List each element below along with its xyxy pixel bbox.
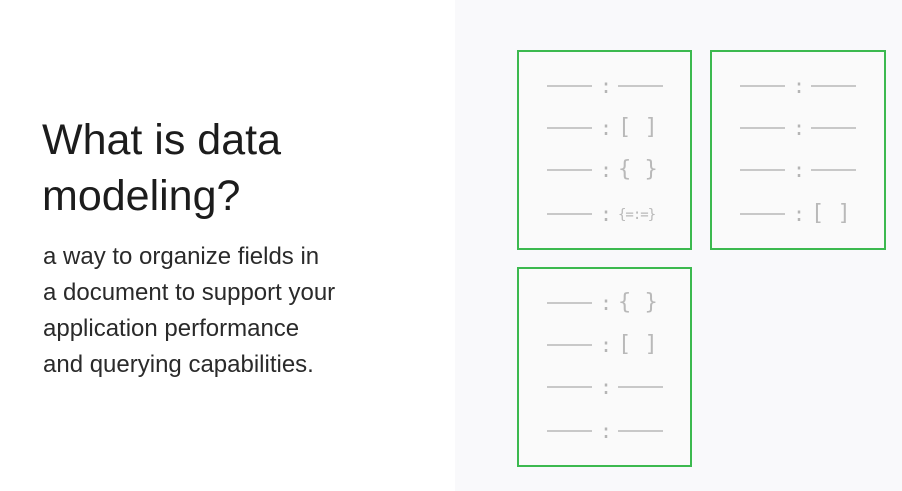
intro-panel: What is data modeling? a way to organize… (0, 0, 455, 491)
field-separator: : (600, 116, 613, 140)
field-value-placeholder (811, 127, 856, 129)
field-row: :{ } (519, 158, 690, 182)
field-key-placeholder (547, 213, 592, 215)
field-separator: : (600, 158, 613, 182)
field-separator: : (600, 74, 613, 98)
field-row: : (712, 74, 884, 98)
object-glyph: {=:=} (618, 207, 656, 223)
title-line: modeling? (42, 172, 241, 220)
object-glyph: { } (618, 290, 658, 315)
field-row: : (712, 116, 884, 140)
field-separator: : (793, 74, 806, 98)
description-line: a way to organize fields in (43, 243, 320, 270)
page-title: What is data modeling? (42, 112, 281, 224)
field-separator: : (793, 116, 806, 140)
field-key-placeholder (740, 169, 785, 171)
field-separator: : (600, 333, 613, 357)
field-key-placeholder (547, 127, 592, 129)
field-key-placeholder (547, 344, 592, 346)
array-glyph: [ ] (618, 332, 658, 357)
document-1-card: ::[ ]:{ }: {=:=} (517, 50, 692, 250)
field-value-placeholder (618, 430, 663, 432)
page-description: a way to organize fields in a document t… (43, 239, 335, 383)
field-row: : (519, 74, 690, 98)
field-separator: : (600, 291, 613, 315)
documents-illustration: ::[ ]:{ }: {=:=} ::::[ ] :{ }:[ ]:: (455, 0, 902, 491)
field-value-placeholder (618, 85, 663, 87)
field-separator: : (600, 202, 613, 226)
field-key-placeholder (547, 85, 592, 87)
array-glyph: [ ] (618, 115, 658, 140)
field-key-placeholder (547, 302, 592, 304)
field-row: : (519, 375, 690, 399)
title-line: What is data (42, 116, 281, 164)
document-2-card: ::::[ ] (710, 50, 886, 250)
field-value-placeholder (618, 386, 663, 388)
field-key-placeholder (547, 430, 592, 432)
field-separator: : (600, 375, 613, 399)
description-line: a document to support your (43, 279, 336, 306)
field-separator: : (793, 202, 806, 226)
field-row: :[ ] (712, 202, 884, 226)
field-row: :{ } (519, 291, 690, 315)
field-row: : (519, 419, 690, 443)
field-key-placeholder (740, 85, 785, 87)
field-separator: : (600, 419, 613, 443)
array-glyph: [ ] (811, 201, 851, 226)
field-row: : {=:=} (519, 202, 690, 226)
field-value-placeholder (811, 169, 856, 171)
object-glyph: { } (618, 157, 658, 182)
field-key-placeholder (740, 213, 785, 215)
description-line: application performance (43, 315, 300, 342)
field-value-placeholder (811, 85, 856, 87)
field-separator: : (793, 158, 806, 182)
description-line: and querying capabilities. (43, 351, 314, 378)
field-row: :[ ] (519, 333, 690, 357)
field-key-placeholder (740, 127, 785, 129)
field-row: : (712, 158, 884, 182)
field-key-placeholder (547, 386, 592, 388)
field-row: :[ ] (519, 116, 690, 140)
field-key-placeholder (547, 169, 592, 171)
document-3-card: :{ }:[ ]:: (517, 267, 692, 467)
